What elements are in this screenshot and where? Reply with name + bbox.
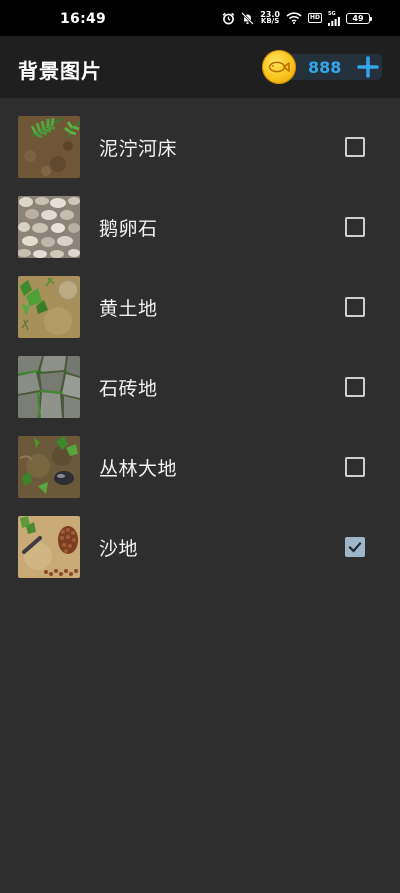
item-label: 丛林大地 (99, 458, 178, 480)
thumbnail-pebbles (18, 196, 80, 258)
thumbnail-muddy-riverbed (18, 116, 80, 178)
item-label: 泥泞河床 (99, 138, 178, 160)
status-bar: 16:49 23.0 KB/S HD 5G 49 (0, 0, 400, 36)
list-item[interactable]: 黄土地 (0, 266, 400, 346)
net-speed-unit: KB/S (260, 17, 280, 25)
thumbnail-stone-brick (18, 356, 80, 418)
battery-level: 49 (352, 13, 364, 23)
status-icons: 23.0 KB/S HD 5G 49 (222, 9, 372, 27)
list-item[interactable]: 石砖地 (0, 346, 400, 426)
signal-icon: 5G (328, 11, 340, 26)
wifi-icon (286, 12, 302, 24)
battery-icon: 49 (346, 12, 372, 24)
check-icon (348, 541, 362, 553)
thumbnail-sand (18, 516, 80, 578)
page-title: 背景图片 (18, 59, 102, 83)
app-bar: 背景图片 888 (0, 36, 400, 98)
list-item[interactable]: 丛林大地 (0, 426, 400, 506)
mute-icon (241, 11, 255, 25)
plus-icon[interactable] (356, 55, 380, 79)
list-item[interactable]: 沙地 (0, 506, 400, 586)
checkbox[interactable] (345, 217, 365, 237)
checkbox[interactable] (345, 457, 365, 477)
coin-balance: 888 (262, 50, 382, 84)
status-time: 16:49 (60, 11, 107, 27)
list-item[interactable]: 泥泞河床 (0, 106, 400, 186)
coin-count: 888 (308, 58, 342, 77)
net-speed: 23.0 KB/S (260, 11, 280, 25)
hd-badge: HD (307, 13, 322, 23)
thumbnail-yellow-earth (18, 276, 80, 338)
thumbnail-jungle-ground (18, 436, 80, 498)
item-label: 黄土地 (99, 298, 158, 320)
item-label: 石砖地 (99, 378, 158, 400)
item-label: 沙地 (99, 538, 139, 560)
checkbox[interactable] (345, 297, 365, 317)
checkbox[interactable] (345, 377, 365, 397)
alarm-icon (222, 12, 235, 25)
item-label: 鹅卵石 (99, 218, 158, 240)
checkbox[interactable] (345, 137, 365, 157)
fish-coin-icon (262, 50, 296, 84)
checkbox-checked[interactable] (345, 537, 365, 557)
list-item[interactable]: 鹅卵石 (0, 186, 400, 266)
